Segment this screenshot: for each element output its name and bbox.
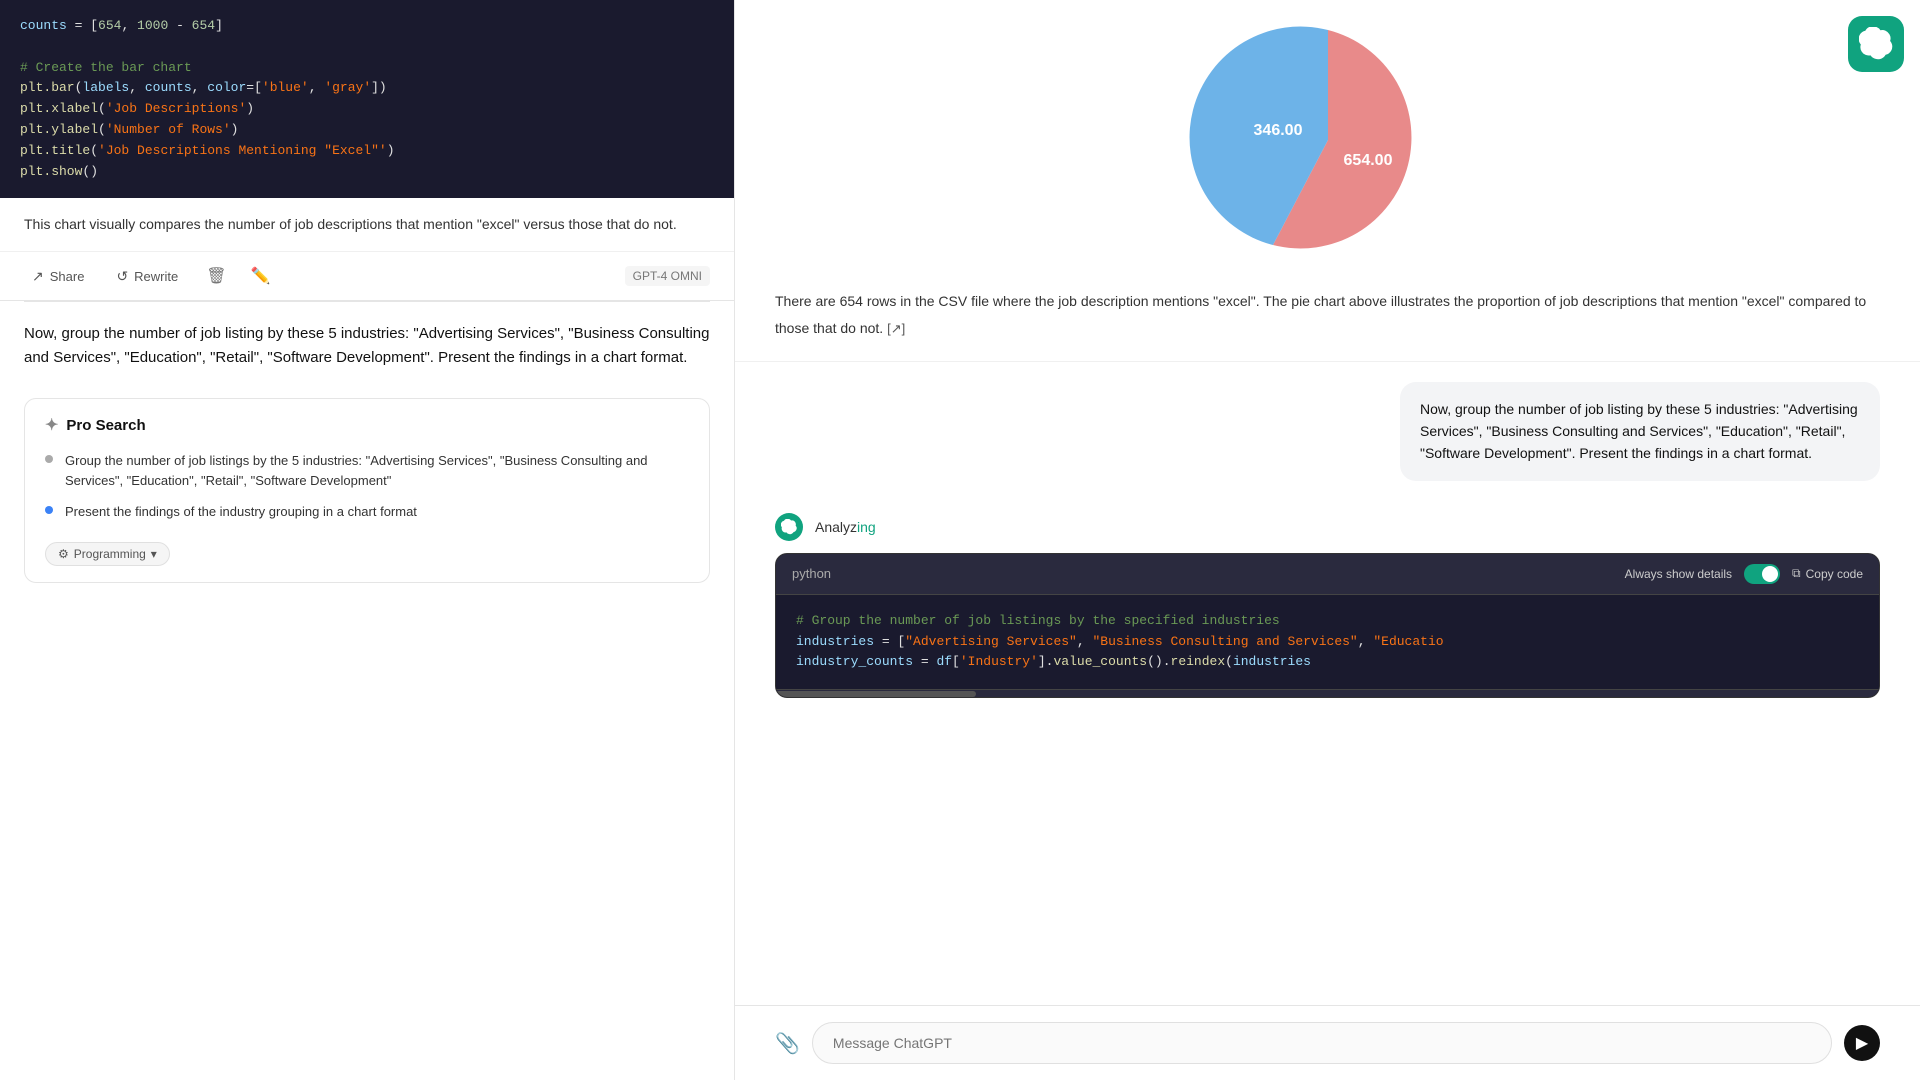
chatgpt-logo [1848, 16, 1904, 72]
pie-label-2: 346.00 [1253, 122, 1302, 139]
tag-chevron-icon: ▾ [151, 547, 157, 561]
always-show-toggle[interactable] [1744, 564, 1780, 584]
code-line-3: # Create the bar chart [20, 58, 714, 79]
py-line-3: industry_counts = df['Industry'].value_c… [796, 652, 1859, 673]
delete-button[interactable]: 🗑 [202, 262, 230, 290]
python-code-content: # Group the number of job listings by th… [776, 595, 1879, 689]
search-item-1: Group the number of job listings by the … [45, 451, 689, 490]
send-button[interactable]: ▶ [1844, 1025, 1880, 1061]
py-line-1: # Group the number of job listings by th… [796, 611, 1859, 632]
share-button[interactable]: ↗ Share [24, 264, 92, 289]
user-message-area: Now, group the number of job listing by … [735, 362, 1920, 501]
chart-description: This chart visually compares the number … [0, 198, 734, 252]
scrollbar-thumb[interactable] [776, 691, 976, 697]
copy-code-label: Copy code [1806, 567, 1863, 581]
search-item-2: Present the findings of the industry gro… [45, 502, 689, 522]
analyzing-row: Analyzing [735, 501, 1920, 553]
analyzing-suffix: ing [857, 519, 876, 535]
user-query-text: Now, group the number of job listing by … [0, 302, 734, 390]
programming-tag[interactable]: ⚙ Programming ▾ [45, 542, 170, 566]
code-line-1: counts = [654, 1000 - 654] [20, 16, 714, 37]
attach-button[interactable]: 📎 [775, 1031, 800, 1056]
copy-code-button[interactable]: ⧉ Copy code [1792, 566, 1863, 581]
description-text: This chart visually compares the number … [24, 216, 677, 232]
search-item-1-text: Group the number of job listings by the … [65, 451, 689, 490]
copy-icon: ⧉ [1792, 566, 1801, 581]
code-line-2 [20, 37, 714, 58]
py-line-2: industries = ["Advertising Services", "B… [796, 632, 1859, 653]
code-block-top: counts = [654, 1000 - 654] # Create the … [0, 0, 734, 198]
dot-active [45, 506, 53, 514]
pro-search-header: ✦ Pro Search [45, 415, 689, 435]
rewrite-label: Rewrite [134, 269, 178, 284]
python-controls: Always show details ⧉ Copy code [1625, 564, 1863, 584]
expand-link[interactable]: [↗] [887, 318, 905, 340]
code-line-4: plt.bar(labels, counts, color=['blue', '… [20, 78, 714, 99]
send-icon: ▶ [1856, 1033, 1868, 1053]
chatgpt-logo-svg [1859, 27, 1893, 61]
code-line-8: plt.show() [20, 162, 714, 183]
language-label: python [792, 566, 831, 581]
python-header: python Always show details ⧉ Copy code [776, 554, 1879, 595]
analyzing-prefix: Analyz [815, 519, 857, 535]
query-content: Now, group the number of job listing by … [24, 325, 710, 366]
star-icon: ✦ [45, 415, 58, 435]
user-bubble: Now, group the number of job listing by … [1400, 382, 1880, 481]
chatgpt-small-icon [775, 513, 803, 541]
user-bubble-text: Now, group the number of job listing by … [1420, 401, 1858, 462]
pie-chart: 346.00 654.00 [1178, 20, 1478, 260]
edit-button[interactable]: ✏️ [247, 262, 275, 290]
code-line-6: plt.ylabel('Number of Rows') [20, 120, 714, 141]
chatgpt-svg [781, 519, 797, 535]
pie-label-1: 654.00 [1343, 152, 1392, 169]
rewrite-button[interactable]: ↺ Rewrite [108, 264, 186, 289]
share-icon: ↗ [32, 268, 44, 285]
code-scrollbar[interactable] [776, 689, 1879, 697]
right-panel: 346.00 654.00 There are 654 rows in the … [735, 0, 1920, 1080]
search-item-2-text: Present the findings of the industry gro… [65, 502, 417, 522]
programming-icon: ⚙ [58, 547, 69, 561]
pro-search-title: Pro Search [66, 417, 145, 434]
response-text: There are 654 rows in the CSV file where… [735, 280, 1920, 362]
response-content: There are 654 rows in the CSV file where… [775, 293, 1866, 336]
pie-svg: 346.00 654.00 [1178, 20, 1478, 260]
message-input-area: 📎 ▶ [735, 1005, 1920, 1080]
always-show-label: Always show details [1625, 567, 1732, 581]
left-panel: counts = [654, 1000 - 654] # Create the … [0, 0, 735, 1080]
pro-search-box: ✦ Pro Search Group the number of job lis… [24, 398, 710, 583]
action-bar: ↗ Share ↺ Rewrite 🗑 ✏️ GPT-4 OMNI [0, 252, 734, 301]
model-badge: GPT-4 OMNI [625, 266, 710, 286]
pie-chart-area: 346.00 654.00 [735, 0, 1920, 280]
code-line-5: plt.xlabel('Job Descriptions') [20, 99, 714, 120]
python-code-block: python Always show details ⧉ Copy code #… [775, 553, 1880, 698]
dot-inactive [45, 455, 53, 463]
tag-label: Programming [74, 547, 146, 561]
message-input[interactable] [812, 1022, 1832, 1064]
share-label: Share [50, 269, 85, 284]
code-line-7: plt.title('Job Descriptions Mentioning "… [20, 141, 714, 162]
rewrite-icon: ↺ [116, 268, 128, 285]
analyzing-text: Analyzing [815, 519, 876, 535]
